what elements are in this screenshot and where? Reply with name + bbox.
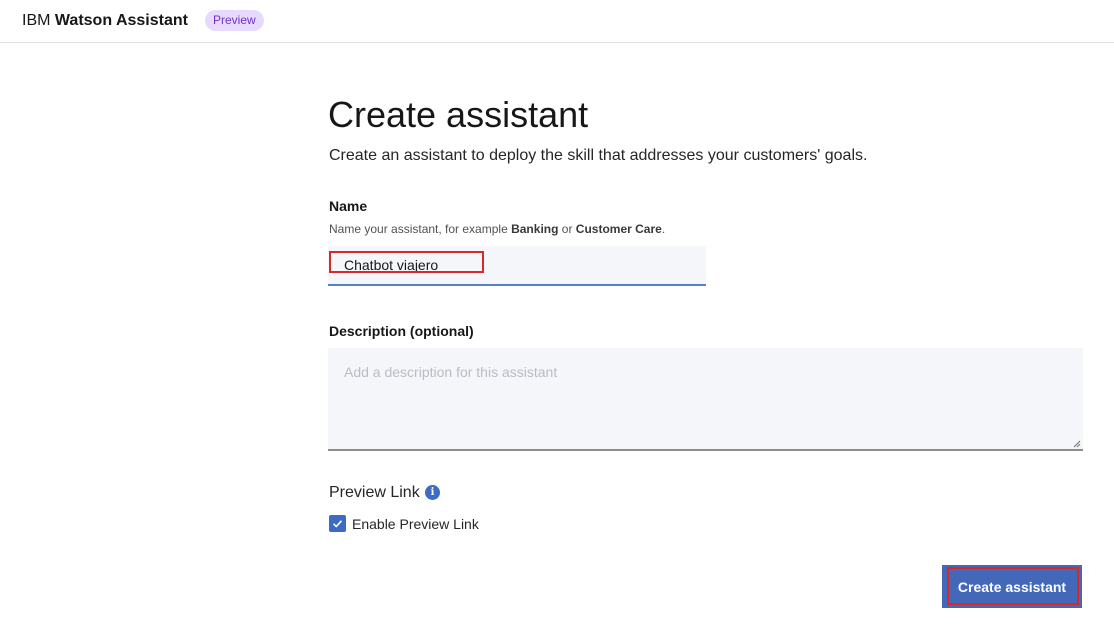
preview-badge: Preview — [205, 10, 264, 31]
helper-or: or — [561, 222, 573, 236]
name-label: Name — [329, 198, 368, 214]
helper-prefix: Name your assistant, for example — [329, 222, 508, 236]
name-input[interactable] — [328, 246, 706, 284]
checkmark-icon — [332, 520, 343, 528]
page-subtitle: Create an assistant to deploy the skill … — [329, 147, 868, 164]
brand-logo[interactable]: IBM Watson Assistant — [22, 11, 188, 31]
enable-preview-link-label[interactable]: Enable Preview Link — [352, 515, 479, 533]
brand-name: Watson Assistant — [54, 12, 188, 29]
helper-example-customer-care: Customer Care — [575, 222, 662, 236]
description-textarea[interactable] — [328, 348, 1083, 451]
create-assistant-button[interactable]: Create assistant — [942, 565, 1082, 608]
preview-link-heading: Preview Link — [329, 484, 420, 501]
helper-suffix: . — [661, 222, 666, 236]
name-helper-text: Name your assistant, for example Banking… — [329, 221, 665, 237]
top-header: IBM Watson Assistant Preview — [0, 0, 1114, 43]
resize-handle-icon[interactable] — [1073, 440, 1081, 448]
helper-example-banking: Banking — [511, 222, 559, 236]
name-field — [328, 246, 706, 286]
brand-prefix: IBM — [22, 12, 51, 29]
info-icon[interactable]: i — [425, 485, 440, 500]
description-label: Description (optional) — [329, 323, 474, 339]
enable-preview-link-checkbox[interactable] — [329, 515, 346, 532]
page-title: Create assistant — [328, 94, 589, 135]
